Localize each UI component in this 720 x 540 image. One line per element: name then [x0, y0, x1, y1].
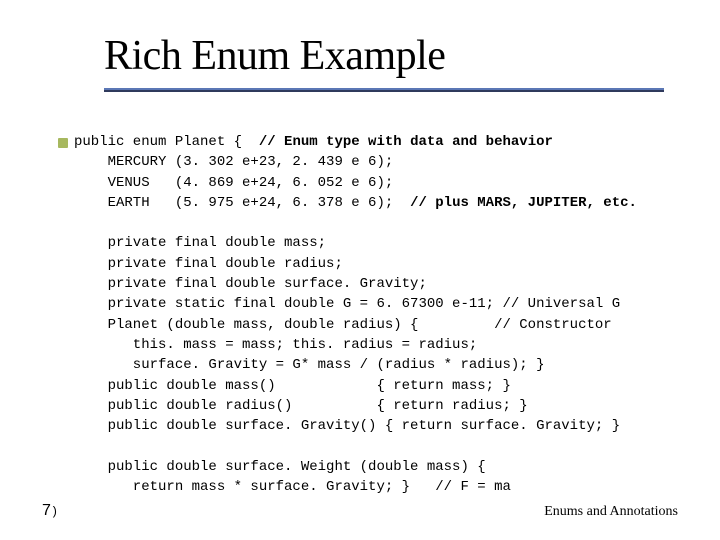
code-line: Planet (double mass, double radius) { //… — [74, 317, 612, 333]
code-line: public double mass() { return mass; } — [74, 378, 511, 394]
slide-title: Rich Enum Example — [104, 34, 678, 78]
page-number-paren: ) — [51, 505, 58, 519]
code-line: return mass * surface. Gravity; } // F =… — [74, 479, 511, 495]
code-line: private final double mass; — [74, 235, 326, 251]
code-blank — [74, 215, 82, 231]
title-underline — [104, 88, 664, 92]
code-line: MERCURY (3. 302 e+23, 2. 439 e 6); — [74, 154, 393, 170]
code-line: public double surface. Gravity() { retur… — [74, 418, 620, 434]
code-line: surface. Gravity = G* mass / (radius * r… — [74, 357, 544, 373]
slide: Rich Enum Example public enum Planet { /… — [0, 0, 720, 540]
code-comment: // plus MARS, JUPITER, etc. — [410, 195, 637, 211]
code-line: this. mass = mass; this. radius = radius… — [74, 337, 477, 353]
code-line: public double radius() { return radius; … — [74, 398, 528, 414]
code-line: private final double surface. Gravity; — [74, 276, 427, 292]
code-line: private static final double G = 6. 67300… — [74, 296, 620, 312]
code-line: public enum Planet { — [74, 134, 259, 150]
title-block: Rich Enum Example — [104, 34, 678, 92]
page-number: 7) — [42, 502, 58, 520]
bullet-icon — [58, 138, 68, 148]
footer-text: Enums and Annotations — [544, 504, 678, 520]
code-comment: // Enum type with data and behavior — [259, 134, 553, 150]
code-blank — [74, 438, 82, 454]
code-line: VENUS (4. 869 e+24, 6. 052 e 6); — [74, 175, 393, 191]
code-line: public double surface. Weight (double ma… — [74, 459, 486, 475]
code-line: EARTH (5. 975 e+24, 6. 378 e 6); — [74, 195, 410, 211]
code-block: public enum Planet { // Enum type with d… — [74, 132, 678, 497]
code-line: private final double radius; — [74, 256, 343, 272]
page-number-value: 7 — [42, 502, 51, 519]
